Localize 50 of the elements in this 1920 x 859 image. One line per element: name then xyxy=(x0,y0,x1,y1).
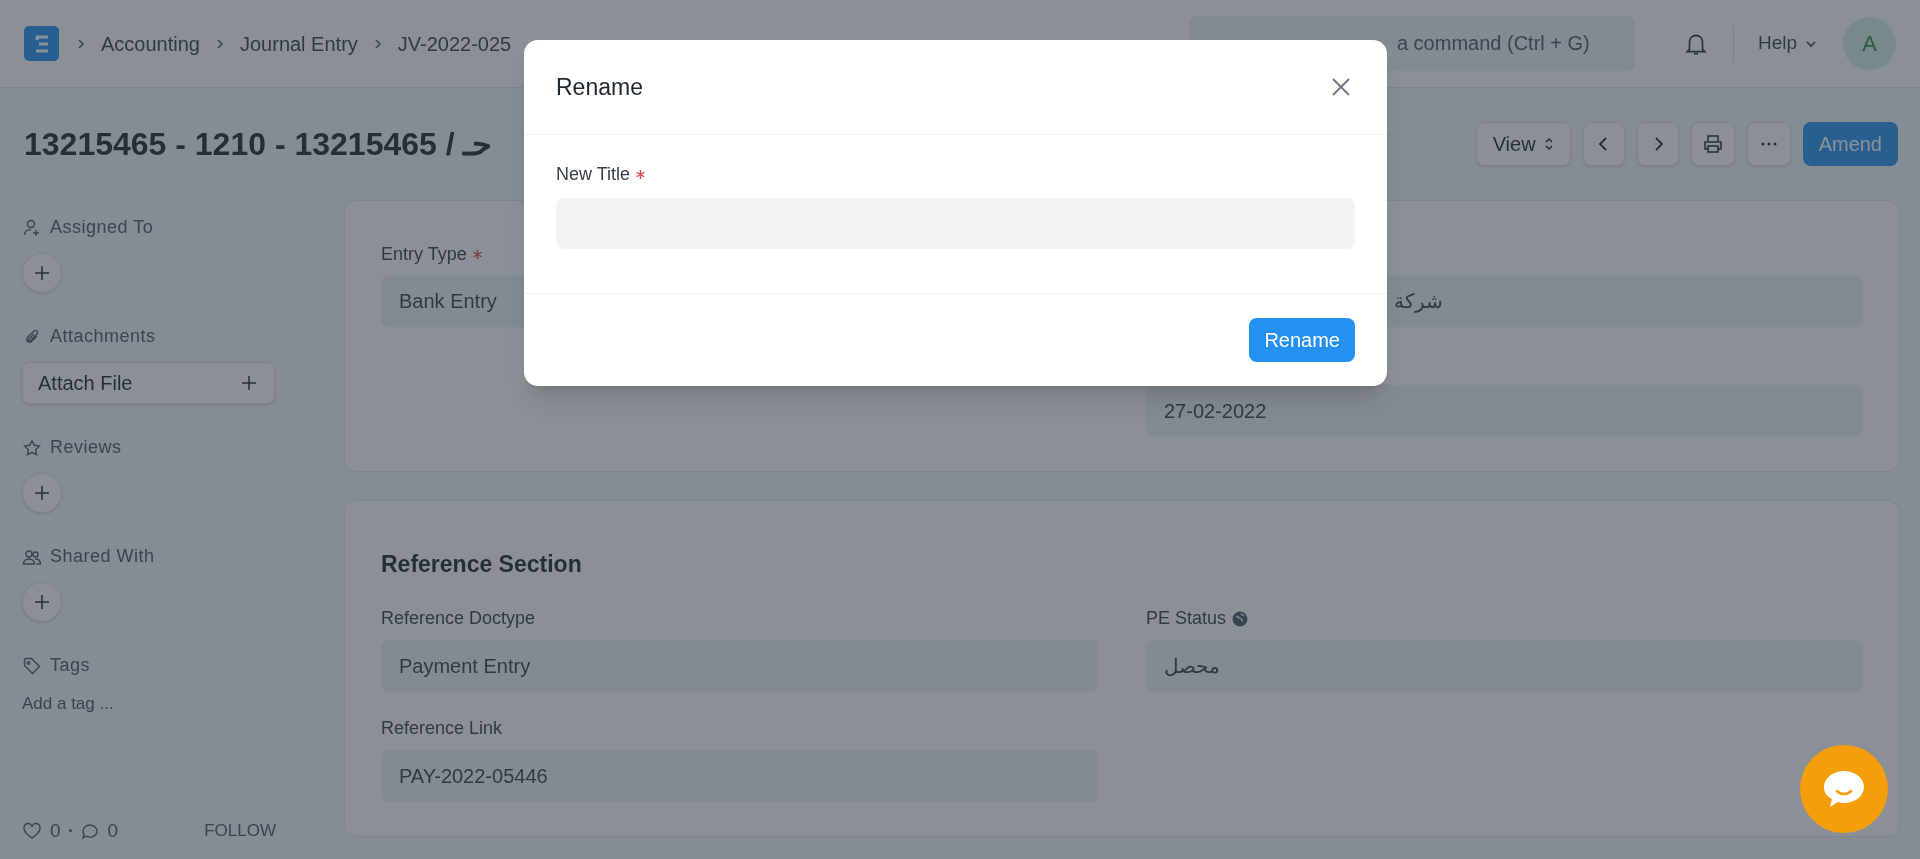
field-value[interactable]: PAY-2022-05446 xyxy=(381,749,1098,802)
field-label: Entry Type xyxy=(381,242,467,266)
plus-icon xyxy=(239,373,259,393)
field-label: Reference Doctype xyxy=(381,607,536,630)
tag-icon xyxy=(22,655,42,676)
user-avatar[interactable]: A xyxy=(1843,17,1896,70)
attach-file-button[interactable]: Attach File xyxy=(22,362,275,404)
sidebar-label: Assigned To xyxy=(50,216,154,239)
add-button[interactable] xyxy=(22,582,62,622)
rename-button[interactable]: Rename xyxy=(1249,318,1355,362)
help-dropdown[interactable]: Help xyxy=(1757,29,1817,58)
heart-icon[interactable] xyxy=(22,820,42,841)
field-value[interactable]: Payment Entry xyxy=(381,639,1098,692)
printer-icon xyxy=(1702,134,1723,154)
add-button[interactable] xyxy=(22,473,62,513)
add-button[interactable] xyxy=(22,253,62,293)
amend-button[interactable]: Amend xyxy=(1802,122,1898,166)
ellipsis-icon xyxy=(1760,142,1777,146)
field-label: PE Status xyxy=(1146,607,1227,630)
star-icon xyxy=(22,437,42,458)
field-label: New Title xyxy=(556,163,631,186)
close-icon xyxy=(1331,77,1351,97)
sidebar-label: Tags xyxy=(50,654,91,677)
sort-icon xyxy=(1543,136,1554,152)
sidebar-label: Reviews xyxy=(50,436,122,459)
like-count: 0 xyxy=(50,818,61,843)
page-title: 13215465 - 1210 - 13215465 / حـ xyxy=(24,125,493,164)
breadcrumb-link[interactable]: Journal Entry xyxy=(239,28,358,59)
add-tag-link[interactable]: Add a tag ... xyxy=(22,694,114,713)
logo-icon xyxy=(34,34,49,53)
plus-icon xyxy=(32,483,52,503)
user-plus-icon xyxy=(22,217,42,238)
breadcrumb-link[interactable]: JV-2022-025 xyxy=(397,28,512,59)
sidebar-label: Attachments xyxy=(50,325,156,348)
breadcrumb-link[interactable]: Accounting xyxy=(101,28,200,59)
field-label: Reference Link xyxy=(381,717,503,740)
app-logo[interactable] xyxy=(24,26,59,61)
comment-count: 0 xyxy=(107,818,119,843)
view-dropdown[interactable]: View xyxy=(1475,122,1571,166)
chat-bubble-icon xyxy=(1822,769,1866,809)
field-value[interactable]: محصل xyxy=(1146,639,1863,692)
chevron-right-icon xyxy=(75,37,87,50)
field-value[interactable]: 27-02-2022 xyxy=(1146,385,1863,437)
print-button[interactable] xyxy=(1690,122,1735,166)
sidebar-label: Shared With xyxy=(50,545,155,568)
follow-link[interactable]: FOLLOW xyxy=(204,818,276,844)
plus-icon xyxy=(32,263,52,283)
dialog-title: Rename xyxy=(556,72,643,102)
section-heading: Reference Section xyxy=(381,550,583,579)
plus-icon xyxy=(32,592,52,612)
